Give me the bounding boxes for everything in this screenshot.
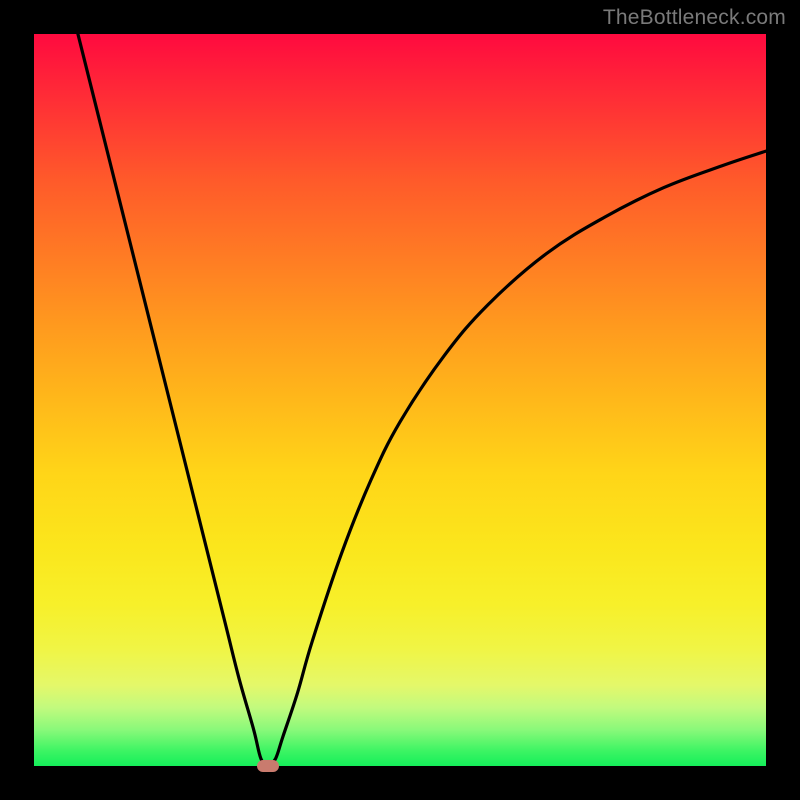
minimum-marker	[257, 760, 279, 772]
right-branch-curve	[268, 151, 766, 766]
watermark-text: TheBottleneck.com	[603, 6, 786, 30]
curve-layer	[34, 34, 766, 766]
chart-frame: TheBottleneck.com	[0, 0, 800, 800]
left-branch-curve	[78, 34, 268, 766]
plot-area	[34, 34, 766, 766]
